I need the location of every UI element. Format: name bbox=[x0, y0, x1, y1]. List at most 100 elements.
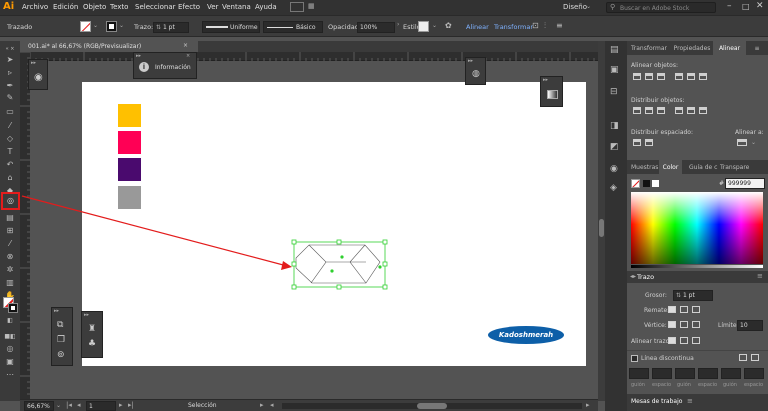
color-fill-none[interactable] bbox=[631, 179, 640, 188]
zoom-field[interactable]: 66,67% bbox=[24, 401, 54, 411]
dist-vcenter-icon[interactable] bbox=[645, 107, 653, 114]
layers-icon[interactable]: ❐ bbox=[57, 335, 65, 345]
scroll-left-icon[interactable]: ◂ bbox=[270, 401, 274, 409]
appearance-icon[interactable]: ◍ bbox=[472, 69, 480, 79]
tab-alinear[interactable]: Alinear bbox=[713, 41, 746, 55]
limit-label: Límite: bbox=[718, 322, 739, 329]
prev-page-icon[interactable]: ◂ bbox=[77, 401, 81, 409]
dashed-line-label[interactable]: Línea discontinua bbox=[641, 355, 694, 362]
corner-bevel-icon[interactable] bbox=[692, 321, 700, 328]
weight-field[interactable]: ⇅ 1 pt bbox=[673, 290, 713, 301]
status-bar: 66,67% ⌄ |◂ ◂ 1 ▸ ▸| Selección ▸ ◂ ▸ bbox=[20, 399, 598, 411]
next-page-icon[interactable]: ▸ bbox=[119, 401, 123, 409]
cap-butt-icon[interactable] bbox=[668, 306, 676, 313]
dist-right-icon[interactable] bbox=[699, 107, 707, 114]
stroke-panel-icon[interactable]: ⊟ bbox=[610, 87, 618, 97]
brushes-icon[interactable]: ♣ bbox=[88, 339, 96, 349]
color-panel-icon[interactable]: ◨ bbox=[610, 121, 619, 131]
gradient-panel-icon[interactable]: ◩ bbox=[610, 142, 619, 152]
gap-field-2[interactable] bbox=[698, 368, 718, 379]
align-right-icon[interactable] bbox=[657, 73, 665, 80]
first-page-icon[interactable]: |◂ bbox=[66, 401, 72, 409]
corner-miter-icon[interactable] bbox=[668, 321, 676, 328]
divider bbox=[627, 350, 768, 351]
dist-left-icon[interactable] bbox=[675, 107, 683, 114]
panel-dock-strip: ▤ ▣ ⊟ ◨ ◩ ◉ ◈ bbox=[605, 41, 627, 411]
grayscale-ramp[interactable] bbox=[631, 265, 763, 268]
space-horizontal-icon[interactable] bbox=[645, 139, 653, 146]
stroke-inside-icon[interactable] bbox=[680, 337, 688, 344]
tab-transformar[interactable]: Transformar bbox=[627, 41, 671, 55]
dist-hcenter-icon[interactable] bbox=[687, 107, 695, 114]
artboards-icon[interactable]: ⧉ bbox=[57, 320, 63, 330]
dash-field-2[interactable] bbox=[675, 368, 695, 379]
tab-propiedades[interactable]: Propiedades bbox=[671, 41, 713, 55]
tab-transparencia[interactable]: Transpare bbox=[720, 164, 749, 171]
floating-panel-transparency: ▸▸ bbox=[540, 76, 563, 107]
limit-field[interactable]: 10 bbox=[737, 320, 763, 331]
symbols-icon[interactable]: ♜ bbox=[88, 324, 96, 334]
distribute-objects-label: Distribuir objetos: bbox=[631, 97, 685, 104]
align-hcenter-icon[interactable] bbox=[645, 73, 653, 80]
dashed-line-checkbox[interactable] bbox=[631, 355, 638, 362]
scroll-right-icon[interactable]: ▸ bbox=[586, 401, 590, 409]
gap-field-3[interactable] bbox=[744, 368, 764, 379]
gap-field-1[interactable] bbox=[652, 368, 672, 379]
cap-square-icon[interactable] bbox=[692, 306, 700, 313]
selected-shape[interactable] bbox=[291, 239, 388, 290]
status-menu-icon[interactable]: ▸ bbox=[260, 401, 264, 409]
panel-close-icon[interactable]: × bbox=[186, 53, 190, 59]
transparency-panel-icon[interactable]: ◉ bbox=[610, 164, 618, 174]
panel-menu-icon[interactable]: ≡ bbox=[746, 41, 768, 55]
floating-panel-snap: ▸▸ ◉ bbox=[28, 59, 48, 90]
links-icon[interactable]: ⊚ bbox=[57, 350, 65, 360]
last-page-icon[interactable]: ▸| bbox=[128, 401, 134, 409]
floating-panel-layers: ▸▸ ⧉ ❐ ⊚ bbox=[51, 307, 73, 366]
horizontal-scrollbar[interactable] bbox=[282, 403, 582, 409]
dist-top-icon[interactable] bbox=[633, 107, 641, 114]
dash-field-1[interactable] bbox=[629, 368, 649, 379]
color-spectrum[interactable] bbox=[631, 192, 763, 264]
libraries-icon[interactable]: ▣ bbox=[610, 65, 619, 75]
space-vertical-icon[interactable] bbox=[633, 139, 641, 146]
tab-muestras[interactable]: Muestras bbox=[631, 164, 658, 171]
scroll-thumb[interactable] bbox=[599, 219, 604, 237]
info-icon[interactable]: i bbox=[139, 62, 149, 72]
chevron-down-icon[interactable]: ⌄ bbox=[56, 402, 61, 409]
vertical-scrollbar[interactable] bbox=[598, 41, 605, 401]
close-icon[interactable]: ≡ bbox=[687, 397, 693, 405]
tab-mesas-de-trabajo[interactable]: Mesas de trabajo bbox=[631, 398, 682, 405]
dash-preserve-icon[interactable] bbox=[739, 354, 747, 361]
snap-icon[interactable]: ◉ bbox=[34, 72, 43, 83]
stroke-center-icon[interactable] bbox=[668, 337, 676, 344]
dist-bottom-icon[interactable] bbox=[657, 107, 665, 114]
align-to-selection-icon[interactable] bbox=[737, 139, 747, 146]
dash-align-icon[interactable] bbox=[751, 354, 759, 361]
color-white-chip[interactable] bbox=[652, 180, 659, 187]
panel-menu-icon[interactable]: ≡ bbox=[757, 272, 763, 280]
color-black-chip[interactable] bbox=[643, 180, 650, 187]
corner-round-icon[interactable] bbox=[680, 321, 688, 328]
scroll-thumb[interactable] bbox=[417, 403, 447, 409]
artboards-panel-header: Mesas de trabajo ≡ bbox=[627, 394, 768, 411]
gradient-icon[interactable] bbox=[547, 90, 558, 99]
align-left-icon[interactable] bbox=[633, 73, 641, 80]
properties-icon[interactable]: ▤ bbox=[610, 45, 619, 55]
info-panel-title[interactable]: Información bbox=[155, 64, 191, 71]
color-panel-tabs: Muestras Color Guía de c Transpare bbox=[627, 160, 768, 174]
stroke-outside-icon[interactable] bbox=[692, 337, 700, 344]
hex-field[interactable]: 999999 bbox=[725, 178, 765, 189]
hex-value: 999999 bbox=[728, 180, 751, 187]
stroke-panel-title[interactable]: Trazo bbox=[637, 273, 654, 281]
align-bottom-icon[interactable] bbox=[699, 73, 707, 80]
page-field[interactable]: 1 bbox=[86, 401, 116, 411]
tab-color[interactable]: Color bbox=[659, 160, 682, 174]
chevron-down-icon[interactable]: ⌄ bbox=[751, 139, 756, 146]
align-vcenter-icon[interactable] bbox=[687, 73, 695, 80]
tab-guia-color[interactable]: Guía de c bbox=[689, 164, 717, 171]
align-top-icon[interactable] bbox=[675, 73, 683, 80]
layers-panel-icon[interactable]: ◈ bbox=[610, 183, 617, 193]
cap-round-icon[interactable] bbox=[680, 306, 688, 313]
chevron-right-icon[interactable]: ◂▸ bbox=[630, 273, 636, 280]
dash-field-3[interactable] bbox=[721, 368, 741, 379]
